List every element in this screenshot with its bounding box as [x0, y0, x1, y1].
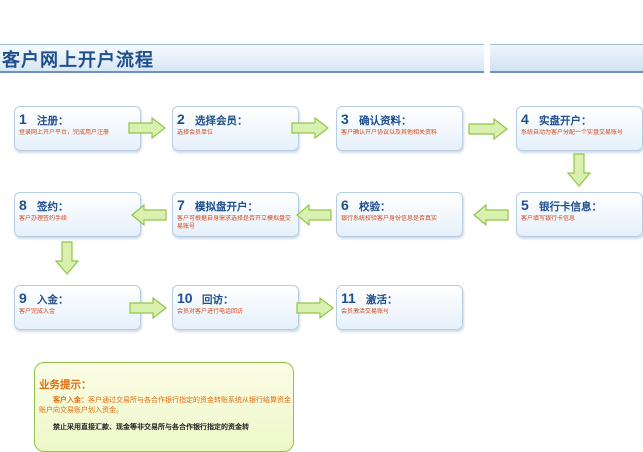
arrow-right-icon	[128, 117, 166, 139]
step-number: 6	[341, 197, 349, 213]
step-2-box: 2 选择会员： 选择会员单位	[172, 106, 299, 151]
step-title: 模拟盘开户：	[195, 201, 258, 213]
step-title: 注册：	[37, 115, 69, 127]
step-title: 校验：	[359, 201, 391, 213]
step-description: 会员对客户进行电话回访	[177, 309, 244, 315]
arrow-right-icon	[291, 117, 329, 139]
step-number: 3	[341, 111, 349, 127]
step-6-box: 6 校验： 银行系统校验客户身份信息是否真实	[336, 192, 463, 237]
step-description: 登录网上开户平台，完成用户注册	[19, 130, 110, 136]
header-bar: 客户网上开户流程	[0, 44, 643, 73]
tips-warning-text: 禁止采用直接汇款、现金等非交易所与各合作银行指定的资金转	[53, 424, 249, 431]
step-title: 入金：	[37, 294, 69, 306]
step-number: 4	[521, 111, 529, 127]
step-number: 8	[19, 197, 27, 213]
step-number: 1	[19, 111, 27, 127]
step-8-box: 8 签约： 客户办理签约手续	[14, 192, 141, 237]
step-number: 11	[341, 290, 356, 306]
tips-title: 业务提示：	[39, 379, 92, 391]
step-number: 2	[177, 111, 185, 127]
step-1-box: 1 注册： 登录网上开户平台，完成用户注册	[14, 106, 141, 151]
step-number: 9	[19, 290, 27, 306]
step-number: 10	[177, 290, 193, 306]
arrow-left-icon	[296, 204, 332, 226]
step-title: 银行卡信息：	[539, 201, 602, 213]
step-description: 客户确认开户协议以及其他相关资料	[341, 130, 438, 136]
step-description: 选择会员单位	[177, 130, 214, 136]
step-description: 客户填写银行卡信息	[521, 216, 576, 222]
step-description: 客户办理签约手续	[19, 216, 68, 222]
step-description: 客户可根据自身需求选择是否开立模拟盘交易账号	[177, 216, 292, 230]
page-title: 客户网上开户流程	[2, 50, 154, 70]
arrow-down-icon	[55, 241, 79, 275]
step-description: 系统自动为客户分配一个实盘交易账号	[521, 130, 624, 136]
step-title: 选择会员：	[195, 115, 248, 127]
step-11-box: 11 激活： 会员激活交易账号	[336, 285, 463, 330]
step-description: 会员激活交易账号	[341, 309, 390, 315]
step-description: 客户完成入金	[19, 309, 56, 315]
step-5-box: 5 银行卡信息： 客户填写银行卡信息	[516, 192, 643, 237]
arrow-down-icon	[567, 153, 591, 187]
tips-deposit-text: 客户入金：客户通过交易所与各合作银行指定的资金转账系统从银行结算资金账户向交易账…	[39, 396, 295, 416]
step-number: 7	[177, 197, 185, 213]
arrow-right-icon	[129, 297, 167, 319]
business-tips-box: 业务提示： 客户入金：客户通过交易所与各合作银行指定的资金转账系统从银行结算资金…	[34, 362, 294, 452]
step-10-box: 10 回访： 会员对客户进行电话回访	[172, 285, 299, 330]
step-9-box: 9 入金： 客户完成入金	[14, 285, 141, 330]
step-3-box: 3 确认资料： 客户确认开户协议以及其他相关资料	[336, 106, 463, 151]
tips-deposit-label: 客户入金：	[53, 397, 88, 404]
step-title: 实盘开户：	[539, 115, 592, 127]
arrow-left-icon	[473, 204, 509, 226]
step-7-box: 7 模拟盘开户： 客户可根据自身需求选择是否开立模拟盘交易账号	[172, 192, 299, 237]
step-title: 回访：	[202, 294, 234, 306]
step-title: 激活：	[366, 294, 398, 306]
arrow-right-icon	[468, 118, 508, 140]
step-description: 银行系统校验客户身份信息是否真实	[341, 216, 438, 222]
step-4-box: 4 实盘开户： 系统自动为客户分配一个实盘交易账号	[516, 106, 643, 151]
step-number: 5	[521, 197, 529, 213]
header-side-band	[490, 44, 643, 73]
step-title: 签约：	[37, 201, 69, 213]
arrow-right-icon	[296, 297, 334, 319]
arrow-left-icon	[131, 204, 167, 226]
step-title: 确认资料：	[359, 115, 412, 127]
